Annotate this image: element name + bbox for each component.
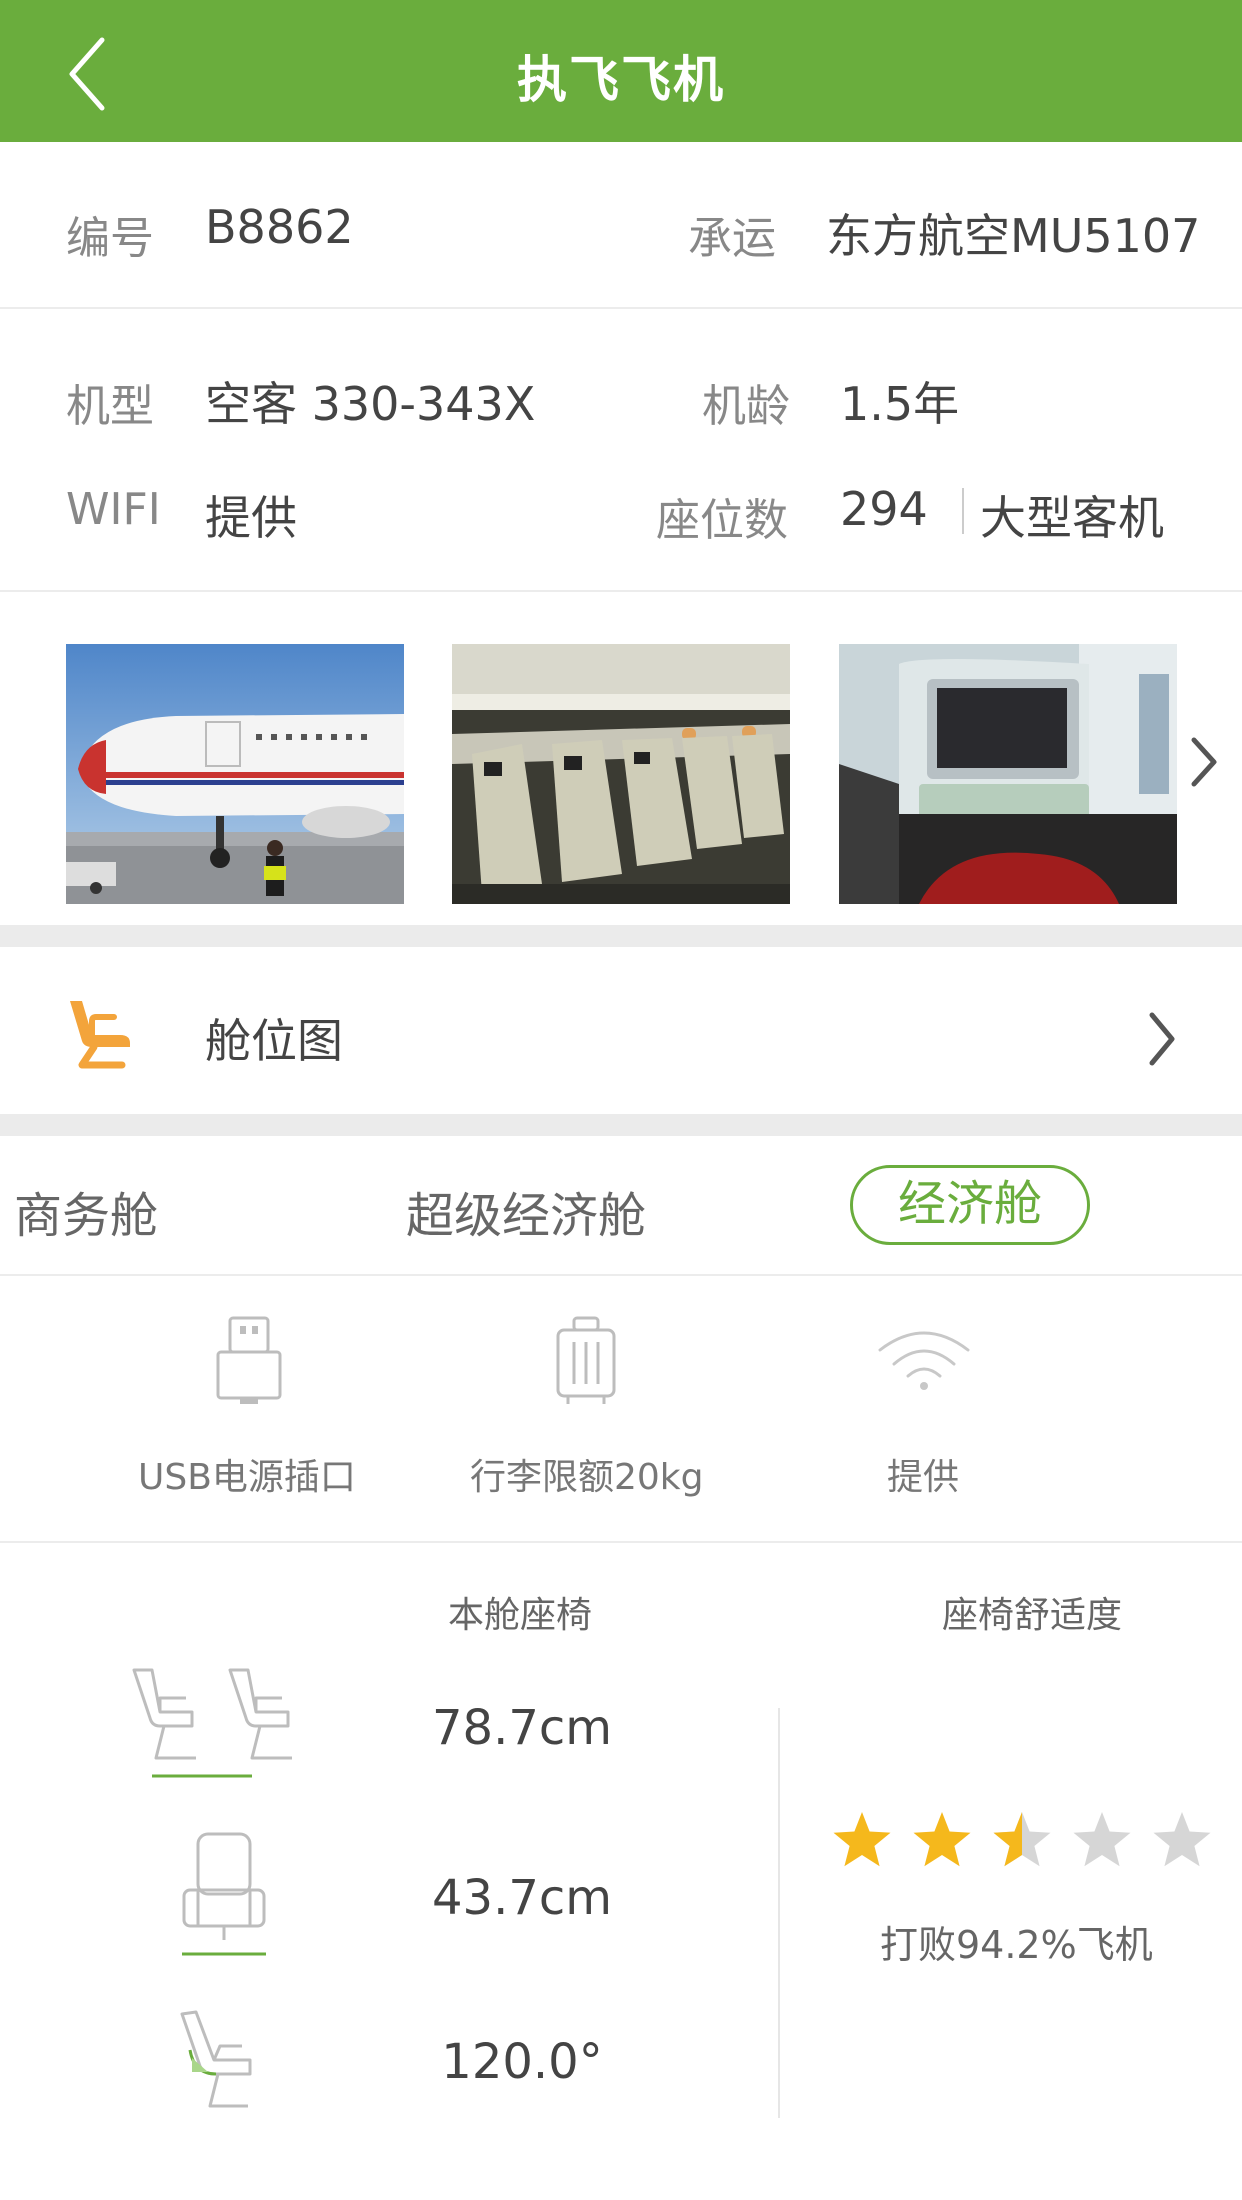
- rating-star: [993, 1812, 1051, 1867]
- comfort-rating-stars: [833, 1812, 1211, 1867]
- section-gap: [0, 1114, 1242, 1136]
- age-value: 1.5年: [840, 377, 960, 431]
- seat-column-header: 本舱座椅: [448, 1595, 593, 1636]
- cabin-interior-photo[interactable]: [452, 644, 790, 904]
- page-title: 执飞飞机: [517, 51, 725, 109]
- cabin-map-row[interactable]: 舱位图: [0, 947, 1242, 1115]
- wifi-icon: [876, 1328, 972, 1392]
- seat-pitch-value: 78.7cm: [431, 1700, 613, 1756]
- aircraft-exterior-photo[interactable]: [66, 644, 404, 904]
- beat-percentage-text: 打败94.2%飞机: [880, 1923, 1153, 1967]
- photos-next-arrow[interactable]: [1186, 734, 1222, 790]
- number-value: B8862: [205, 200, 354, 254]
- rating-star: [1153, 1812, 1211, 1867]
- seat-width-value: 43.7cm: [431, 1870, 613, 1926]
- chevron-right-icon: [1144, 1011, 1180, 1067]
- luggage-icon: [554, 1316, 618, 1408]
- seat-icon: [64, 997, 140, 1069]
- age-label: 机龄: [702, 381, 790, 432]
- usb-icon: [214, 1314, 284, 1408]
- divider: [0, 590, 1242, 592]
- comfort-column-header: 座椅舒适度: [942, 1595, 1123, 1636]
- tab-business[interactable]: 商务舱: [14, 1176, 158, 1246]
- rating-star: [833, 1812, 891, 1867]
- chevron-right-icon: [1191, 737, 1217, 787]
- amenity-usb-label: USB电源插口: [138, 1457, 356, 1498]
- wifi-label: WIFI: [66, 484, 161, 535]
- rating-star: [913, 1812, 971, 1867]
- seats-value: 294: [840, 482, 928, 536]
- wifi-value: 提供: [205, 491, 297, 545]
- nav-bar: 执飞飞机: [0, 0, 1242, 142]
- amenity-wifi-label: 提供: [887, 1457, 960, 1498]
- rating-star: [1073, 1812, 1131, 1867]
- seats-label: 座位数: [656, 495, 788, 546]
- column-divider: [778, 1708, 780, 2118]
- seat-width-icon: [178, 1830, 270, 1960]
- cabin-map-label: 舱位图: [205, 1014, 343, 1068]
- section-gap: [0, 925, 1242, 947]
- tab-economy[interactable]: 经济舱: [850, 1165, 1090, 1245]
- carrier-value: 东方航空MU5107: [826, 209, 1201, 263]
- amenity-luggage-label: 行李限额20kg: [470, 1457, 704, 1498]
- divider: [0, 307, 1242, 309]
- carrier-label: 承运: [688, 213, 776, 264]
- divider: [0, 1541, 1242, 1543]
- seat-closeup-photo[interactable]: [839, 644, 1177, 904]
- separator: [962, 488, 964, 534]
- seat-pitch-icon: [130, 1666, 316, 1782]
- model-label: 机型: [66, 381, 154, 432]
- number-label: 编号: [66, 213, 154, 264]
- aircraft-size: 大型客机: [980, 491, 1164, 545]
- tab-premium-economy[interactable]: 超级经济舱: [406, 1176, 646, 1246]
- divider: [0, 1274, 1242, 1276]
- model-value: 空客 330-343X: [205, 377, 536, 431]
- seat-recline-icon: [178, 2010, 270, 2114]
- recline-value: 120.0°: [441, 2034, 603, 2090]
